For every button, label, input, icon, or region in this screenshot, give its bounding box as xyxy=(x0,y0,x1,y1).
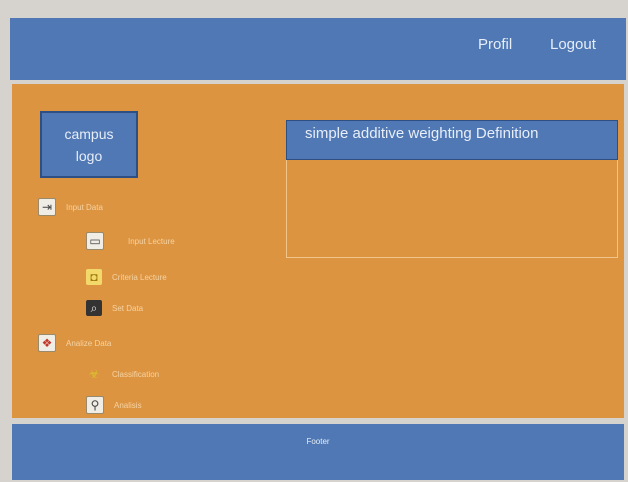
logo-line-2: logo xyxy=(75,147,103,164)
footer-text: Footer xyxy=(306,437,330,446)
campus-logo: campus logo xyxy=(40,111,138,178)
profil-link[interactable]: Profil xyxy=(478,36,512,53)
definition-card: simple additive weighting Definition xyxy=(286,120,618,258)
sidebar-item-label: Analisis xyxy=(114,400,142,410)
header-bar: Profil Logout xyxy=(10,18,626,80)
zoom-chart-icon: ⚲ xyxy=(86,396,104,414)
logout-link[interactable]: Logout xyxy=(550,36,596,53)
biohazard-icon: ☣ xyxy=(88,367,100,381)
sidebar-item-criteria-lecture[interactable]: ◘ Criteria Lecture xyxy=(86,269,167,285)
sidebar-item-label: Classification xyxy=(112,369,160,379)
card-body xyxy=(286,160,618,258)
sidebar-item-classification[interactable]: ☣ Classification xyxy=(86,366,160,382)
sidebar-item-analisis[interactable]: ⚲ Analisis xyxy=(86,396,142,414)
search-data-icon: ⌕ xyxy=(86,300,102,316)
sidebar-item-label: Input Lecture xyxy=(128,236,175,246)
sidebar-item-label: Set Data xyxy=(112,303,144,313)
sidebar-item-analize-data[interactable]: ❖ Analize Data xyxy=(38,334,111,352)
sidebar-item-input-lecture[interactable]: ▭ Input Lecture xyxy=(86,232,175,250)
sidebar-item-label: Input Data xyxy=(66,202,103,212)
login-icon: ⇥ xyxy=(38,198,56,216)
footer-bar: Footer xyxy=(12,424,624,480)
logo-line-1: campus xyxy=(64,125,114,142)
analysis-icon: ❖ xyxy=(38,334,56,352)
sidebar-item-label: Analize Data xyxy=(66,338,112,348)
sidebar-item-label: Criteria Lecture xyxy=(112,272,167,282)
folder-icon: ▭ xyxy=(86,232,104,250)
card-title: simple additive weighting Definition xyxy=(286,120,618,160)
sidebar-item-input-data[interactable]: ⇥ Input Data xyxy=(38,198,103,216)
main-area: campus logo ⇥ Input Data ▭ Input Lecture… xyxy=(12,84,624,418)
sidebar-item-set-data[interactable]: ⌕ Set Data xyxy=(86,300,143,316)
criteria-icon: ◘ xyxy=(86,269,102,285)
